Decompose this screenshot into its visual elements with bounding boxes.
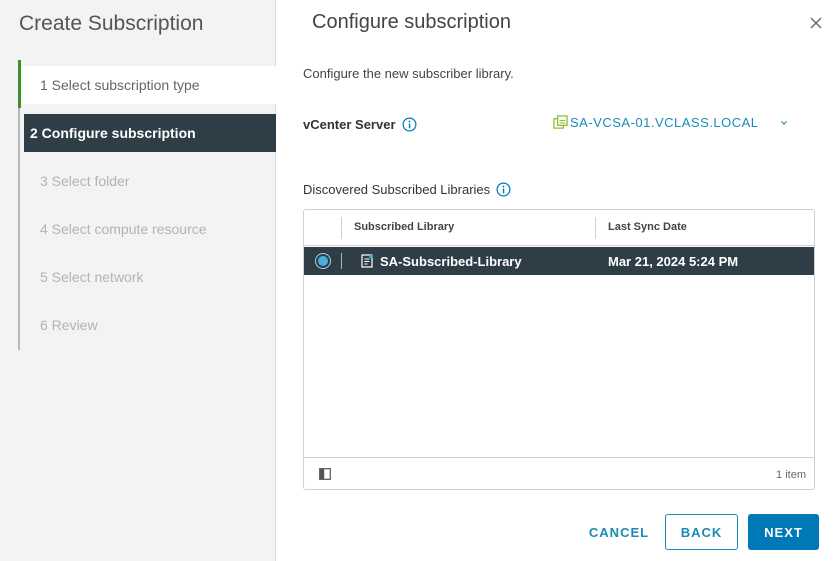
vcenter-server-label-text: vCenter Server xyxy=(303,117,396,132)
vcenter-server-label: vCenter Server xyxy=(303,117,417,132)
back-button[interactable]: BACK xyxy=(665,514,738,550)
libraries-label-text: Discovered Subscribed Libraries xyxy=(303,182,491,197)
vcenter-server-value: SA-VCSA-01.VCLASS.LOCAL xyxy=(570,115,759,130)
step-select-folder: 3 Select folder xyxy=(40,173,130,189)
wizard-steps: 1 Select subscription type 2 Configure s… xyxy=(18,60,278,350)
item-count: 1 item xyxy=(776,469,806,481)
library-name-cell: SA-Subscribed-Library xyxy=(380,254,522,269)
step-select-subscription-type[interactable]: 1 Select subscription type xyxy=(18,60,278,108)
column-divider xyxy=(341,217,342,239)
step-configure-subscription[interactable]: 2 Configure subscription xyxy=(24,114,276,152)
vcenter-icon xyxy=(553,115,568,129)
row-divider xyxy=(341,253,342,269)
last-sync-date-cell: Mar 21, 2024 5:24 PM xyxy=(608,254,739,269)
vcenter-server-select[interactable]: SA-VCSA-01.VCLASS.LOCAL xyxy=(553,115,789,130)
close-icon[interactable] xyxy=(807,14,825,32)
column-toggle-icon[interactable] xyxy=(319,468,331,480)
page-title: Configure subscription xyxy=(312,11,511,33)
column-header-subscribed-library[interactable]: Subscribed Library xyxy=(354,221,454,233)
grid-header: Subscribed Library Last Sync Date xyxy=(304,210,814,246)
wizard-sidebar: Create Subscription 1 Select subscriptio… xyxy=(0,0,278,561)
step-select-compute-resource: 4 Select compute resource xyxy=(40,221,207,237)
info-icon[interactable] xyxy=(496,182,511,197)
chevron-down-icon xyxy=(780,120,787,125)
info-icon[interactable] xyxy=(402,117,417,132)
step-review: 6 Review xyxy=(40,317,98,333)
page-description: Configure the new subscriber library. xyxy=(303,66,514,81)
row-select-radio[interactable] xyxy=(316,254,330,268)
column-header-last-sync-date[interactable]: Last Sync Date xyxy=(608,221,687,233)
wizard-title: Create Subscription xyxy=(19,12,204,35)
step-select-network: 5 Select network xyxy=(40,269,144,285)
content-library-icon xyxy=(361,254,373,268)
cancel-button[interactable]: CANCEL xyxy=(578,514,660,550)
grid-footer: 1 item xyxy=(304,457,814,490)
libraries-label: Discovered Subscribed Libraries xyxy=(303,182,511,197)
next-button[interactable]: NEXT xyxy=(748,514,819,550)
wizard-content: Configure subscription Configure the new… xyxy=(276,0,839,561)
column-divider[interactable] xyxy=(595,217,596,239)
table-row[interactable]: SA-Subscribed-Library Mar 21, 2024 5:24 … xyxy=(304,247,814,275)
subscribed-libraries-grid: Subscribed Library Last Sync Date SA-Sub… xyxy=(303,209,815,490)
create-subscription-wizard: Create Subscription 1 Select subscriptio… xyxy=(0,0,839,561)
